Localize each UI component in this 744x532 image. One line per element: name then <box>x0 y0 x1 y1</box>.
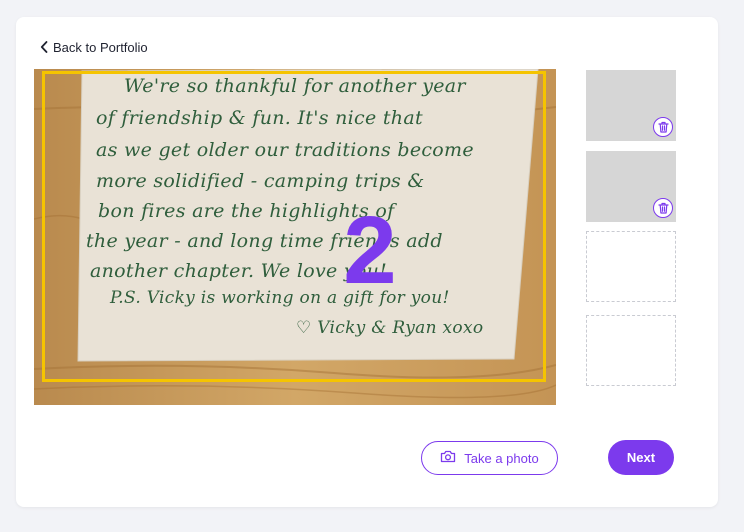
back-link-label: Back to Portfolio <box>53 39 148 55</box>
thumbnail-1[interactable] <box>586 70 676 141</box>
back-to-portfolio-link[interactable]: Back to Portfolio <box>40 38 148 56</box>
trash-icon[interactable] <box>653 198 673 218</box>
crop-frame[interactable] <box>42 71 546 382</box>
chevron-left-icon <box>40 41 48 53</box>
thumbnail-slot-empty[interactable] <box>586 231 676 302</box>
next-button[interactable]: Next <box>608 440 674 475</box>
photo-preview[interactable]: We're so thankful for another year of fr… <box>34 69 556 405</box>
thumbnail-slot-empty[interactable] <box>586 315 676 386</box>
take-photo-label: Take a photo <box>464 450 539 466</box>
thumbnail-2[interactable] <box>586 151 676 222</box>
trash-icon[interactable] <box>653 117 673 137</box>
step-number-overlay: 2 <box>343 197 397 304</box>
camera-icon <box>440 450 456 466</box>
take-photo-button[interactable]: Take a photo <box>421 441 558 475</box>
next-label: Next <box>626 450 656 465</box>
